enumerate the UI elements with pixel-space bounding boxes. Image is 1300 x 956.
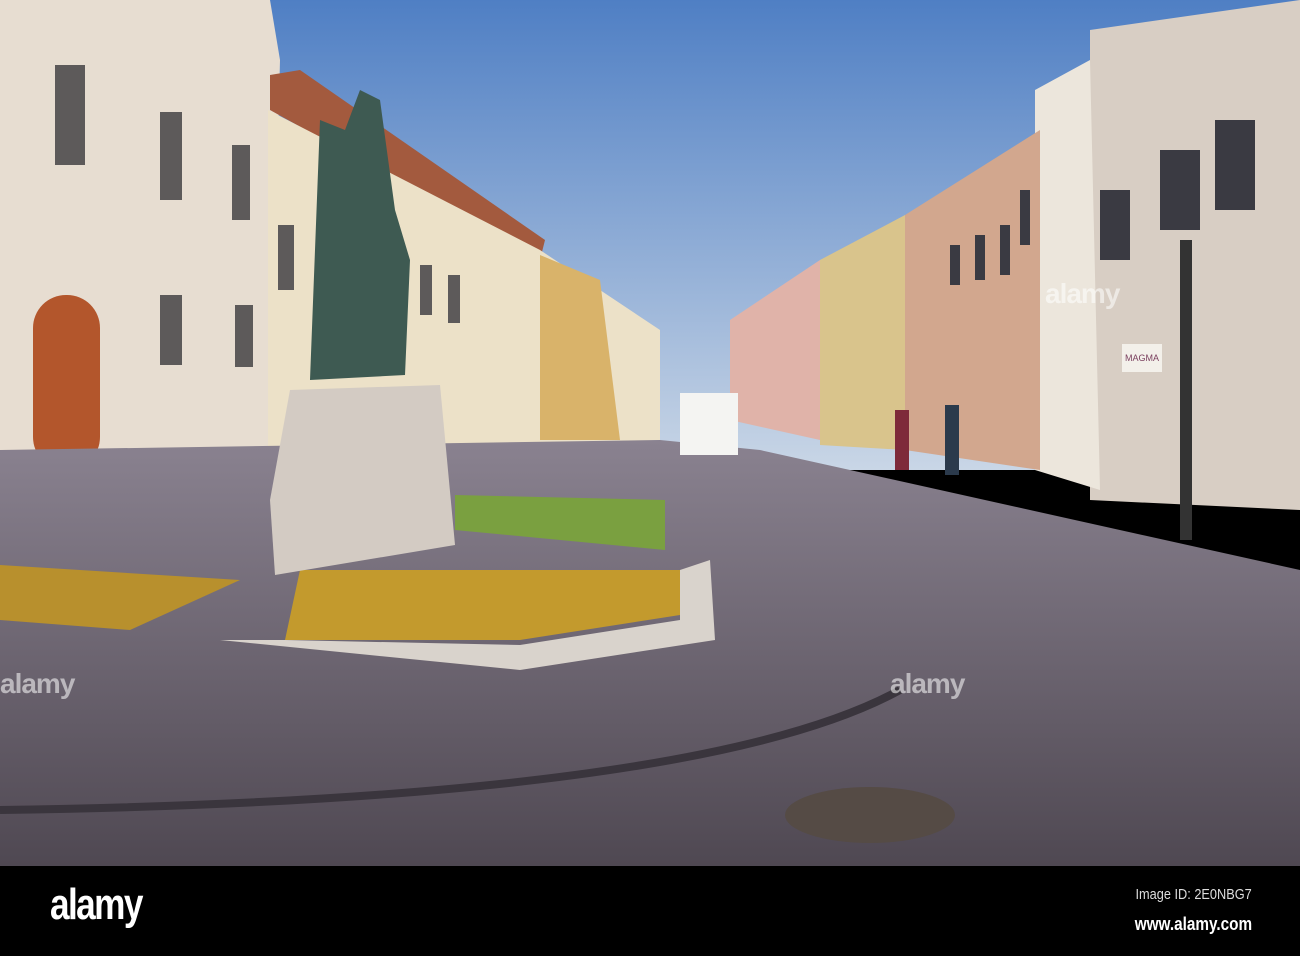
street-scene-photo [0, 0, 1300, 866]
manhole-cover [785, 787, 955, 843]
watermark: alamy [890, 668, 965, 699]
statue-pedestal [270, 385, 455, 575]
stock-photo: MAGMA alamy alamy alamy alamy Image ID: … [0, 0, 1300, 956]
street-lamp [1180, 240, 1192, 540]
image-id: Image ID: 2E0NBG7 [1135, 886, 1252, 903]
watermark: alamy [0, 668, 75, 699]
watermark: alamy [1045, 278, 1120, 309]
footer-bar: alamy Image ID: 2E0NBG7 www.alamy.com [0, 866, 1300, 956]
white-van [680, 393, 738, 455]
arched-door [33, 295, 100, 470]
shop-sign: MAGMA [1122, 344, 1162, 372]
website-link[interactable]: www.alamy.com [1135, 914, 1252, 935]
alamy-logo: alamy [50, 880, 143, 929]
